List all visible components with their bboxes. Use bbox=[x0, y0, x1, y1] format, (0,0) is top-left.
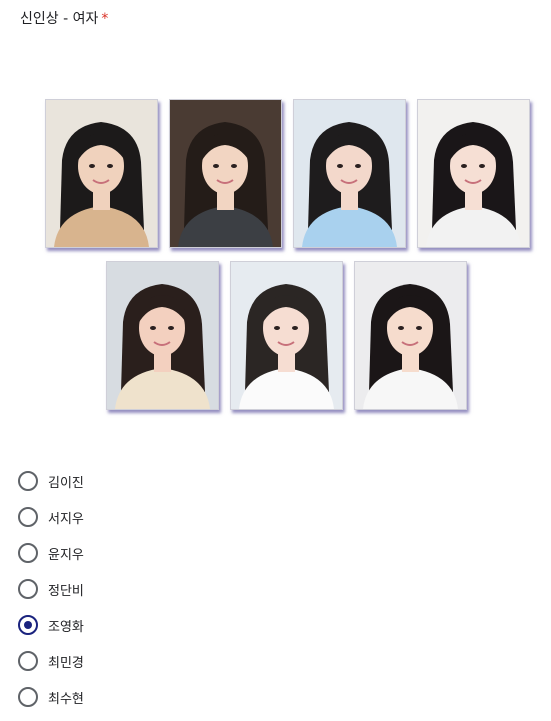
left-eye bbox=[213, 164, 219, 168]
portrait-illustration bbox=[418, 100, 529, 247]
required-asterisk: * bbox=[101, 11, 109, 27]
radio-button-icon[interactable] bbox=[18, 615, 38, 635]
radio-option-6[interactable]: 최민경 bbox=[18, 643, 84, 679]
portrait-illustration bbox=[355, 262, 466, 409]
left-eye bbox=[274, 326, 280, 330]
candidate-photo-6 bbox=[230, 261, 343, 410]
radio-option-label: 최수현 bbox=[48, 691, 84, 707]
right-eye bbox=[479, 164, 485, 168]
radio-option-label: 윤지우 bbox=[48, 547, 84, 563]
right-eye bbox=[355, 164, 361, 168]
right-eye bbox=[231, 164, 237, 168]
radio-option-label: 최민경 bbox=[48, 655, 84, 671]
radio-button-icon[interactable] bbox=[18, 651, 38, 671]
right-eye bbox=[292, 326, 298, 330]
candidate-photo-2 bbox=[169, 99, 282, 248]
candidate-photo-4 bbox=[417, 99, 530, 248]
radio-option-3[interactable]: 윤지우 bbox=[18, 535, 84, 571]
candidate-photo-3 bbox=[293, 99, 406, 248]
candidate-photo-7 bbox=[354, 261, 467, 410]
portrait-illustration bbox=[170, 100, 281, 247]
radio-option-4[interactable]: 정단비 bbox=[18, 571, 84, 607]
left-eye bbox=[150, 326, 156, 330]
question-title-text: 신인상 - 여자 bbox=[20, 11, 99, 27]
radio-option-7[interactable]: 최수현 bbox=[18, 679, 84, 715]
left-eye bbox=[398, 326, 404, 330]
left-eye bbox=[89, 164, 95, 168]
radio-option-list: 김이진 서지우 윤지우 정단비 조영화 최민경 최수현 bbox=[18, 463, 84, 715]
candidate-photo-1 bbox=[45, 99, 158, 248]
portrait-illustration bbox=[46, 100, 157, 247]
right-eye bbox=[107, 164, 113, 168]
radio-option-2[interactable]: 서지우 bbox=[18, 499, 84, 535]
question-title: 신인상 - 여자 * bbox=[20, 9, 108, 29]
radio-option-5[interactable]: 조영화 bbox=[18, 607, 84, 643]
radio-button-icon[interactable] bbox=[18, 687, 38, 707]
candidate-photo-5 bbox=[106, 261, 219, 410]
right-eye bbox=[168, 326, 174, 330]
left-eye bbox=[461, 164, 467, 168]
radio-option-label: 김이진 bbox=[48, 475, 84, 491]
radio-button-icon[interactable] bbox=[18, 507, 38, 527]
photo-row-2 bbox=[106, 261, 467, 410]
portrait-illustration bbox=[231, 262, 342, 409]
radio-option-label: 정단비 bbox=[48, 583, 84, 599]
right-eye bbox=[416, 326, 422, 330]
portrait-illustration bbox=[107, 262, 218, 409]
radio-button-icon[interactable] bbox=[18, 579, 38, 599]
left-eye bbox=[337, 164, 343, 168]
photo-row-1 bbox=[45, 99, 530, 248]
radio-button-icon[interactable] bbox=[18, 471, 38, 491]
radio-option-label: 서지우 bbox=[48, 511, 84, 527]
radio-option-label: 조영화 bbox=[48, 619, 84, 635]
radio-button-icon[interactable] bbox=[18, 543, 38, 563]
portrait-illustration bbox=[294, 100, 405, 247]
radio-option-1[interactable]: 김이진 bbox=[18, 463, 84, 499]
